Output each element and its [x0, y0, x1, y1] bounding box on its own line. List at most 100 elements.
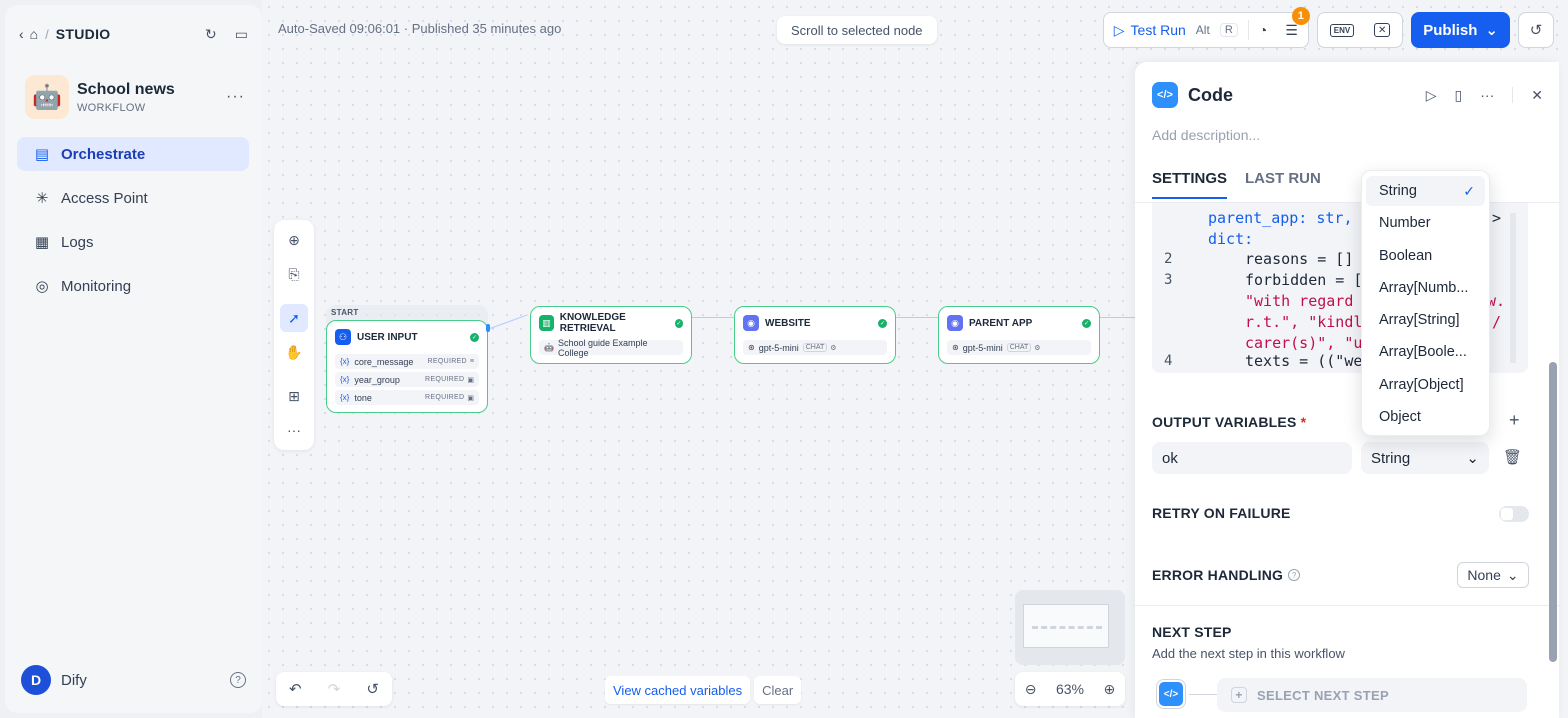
cached-variables-bar: View cached variables Clear	[605, 676, 802, 704]
hand-tool-icon[interactable]: ✋	[280, 338, 308, 366]
close-icon[interactable]: ✕	[1531, 87, 1543, 104]
line-number: 2	[1164, 251, 1173, 267]
sidebar-item-orchestrate[interactable]: ▤ Orchestrate	[17, 137, 249, 171]
clear-button[interactable]: Clear	[754, 676, 802, 704]
view-cached-variables-button[interactable]: View cached variables	[605, 676, 751, 704]
panel-header: </> Code ▷ ▯ ··· ✕	[1152, 82, 1543, 108]
openai-icon: ⊛	[952, 343, 959, 352]
monitoring-icon: ◎	[35, 278, 49, 295]
sidebar-item-logs[interactable]: ▦ Logs	[17, 225, 249, 259]
delete-variable-icon[interactable]: 🗑	[1503, 448, 1522, 466]
collapse-sidebar-icon[interactable]: ▭	[235, 26, 248, 43]
required-star: *	[1300, 414, 1307, 430]
parent-app-llm-node[interactable]: ◉ PARENT APP ✓ ⊛ gpt-5-mini CHAT ⚙	[938, 306, 1100, 364]
zoom-in-icon[interactable]: ⊕	[1104, 681, 1116, 698]
sidebar-item-monitoring[interactable]: ◎ Monitoring	[17, 269, 249, 303]
test-run-button[interactable]: ▷ Test Run Alt R	[1114, 22, 1238, 39]
retry-toggle[interactable]	[1499, 506, 1529, 522]
dropdown-option-array-number[interactable]: Array[Numb...	[1366, 273, 1485, 303]
run-group: ▷ Test Run Alt R ◔ ☰ 1	[1102, 6, 1310, 48]
minimap[interactable]	[1015, 590, 1125, 665]
select-next-step-button[interactable]: + SELECT NEXT STEP	[1217, 678, 1527, 712]
model-row: ⊛ gpt-5-mini CHAT ⚙	[947, 340, 1091, 355]
dropdown-option-object[interactable]: Object	[1366, 402, 1485, 432]
env-icon[interactable]: ENV	[1329, 23, 1355, 37]
dropdown-option-array-boolean[interactable]: Array[Boole...	[1366, 337, 1485, 367]
sidebar-item-access-point[interactable]: ✳ Access Point	[17, 181, 249, 215]
paragraph-icon: ≡	[469, 358, 474, 365]
output-variable-type-select[interactable]: String ⌄	[1361, 442, 1489, 474]
env-group: ENV ✕	[1316, 12, 1404, 48]
dropdown-option-number[interactable]: Number	[1366, 208, 1485, 238]
help-icon[interactable]: ?	[230, 672, 246, 688]
user-input-node[interactable]: ⚇ USER INPUT ✓ {x} core_message REQUIRED…	[326, 320, 488, 413]
start-label: START	[331, 308, 359, 317]
select-next-step-label: SELECT NEXT STEP	[1257, 687, 1389, 703]
help-book-icon[interactable]: ▯	[1455, 87, 1463, 104]
panel-scrollbar[interactable]	[1549, 362, 1557, 662]
dropdown-option-array-object[interactable]: Array[Object]	[1366, 370, 1485, 400]
plus-icon: +	[1231, 687, 1247, 703]
app-card[interactable]: 🤖 School news WORKFLOW ···	[25, 73, 245, 121]
tab-settings[interactable]: SETTINGS	[1152, 170, 1228, 199]
success-check-icon: ✓	[878, 318, 887, 328]
more-tools-icon[interactable]: ···	[280, 416, 308, 444]
output-variable-name-input[interactable]: ok	[1152, 442, 1352, 474]
option-label: Array[Object]	[1379, 376, 1464, 393]
node-title: WEBSITE	[765, 317, 811, 329]
zoom-level[interactable]: 63%	[1056, 681, 1084, 697]
settings-icon: ⚙	[830, 344, 837, 352]
code-icon: </>	[1152, 82, 1178, 108]
option-label: Array[Numb...	[1379, 279, 1469, 296]
breadcrumb-studio[interactable]: STUDIO	[56, 26, 111, 42]
run-node-icon[interactable]: ▷	[1426, 87, 1437, 104]
help-icon[interactable]: ?	[1288, 569, 1301, 581]
website-llm-node[interactable]: ◉ WEBSITE ✓ ⊛ gpt-5-mini CHAT ⚙	[734, 306, 896, 364]
code-line: /	[1492, 313, 1502, 331]
zoom-out-icon[interactable]: ⊖	[1025, 681, 1037, 698]
panel-tabs: SETTINGS LAST RUN	[1152, 170, 1321, 199]
retry-on-failure-label: RETRY ON FAILURE	[1152, 505, 1291, 521]
organize-blocks-icon[interactable]: ⊞	[280, 382, 308, 410]
llm-icon: ◉	[743, 315, 759, 331]
add-note-icon[interactable]: ⎘	[280, 260, 308, 288]
tab-last-run[interactable]: LAST RUN	[1245, 170, 1321, 199]
panel-title[interactable]: Code	[1188, 85, 1233, 106]
code-icon: </>	[1157, 680, 1185, 708]
scroll-to-selected-button[interactable]: Scroll to selected node	[777, 16, 937, 44]
avatar[interactable]: D	[21, 665, 51, 695]
orchestrate-icon: ▤	[34, 146, 50, 163]
back-chevron-icon[interactable]: ‹	[19, 26, 24, 42]
user-input-icon: ⚇	[335, 329, 351, 345]
home-icon[interactable]: ⌂	[30, 26, 38, 42]
user-row[interactable]: D Dify ?	[21, 665, 246, 695]
editor-scrollbar[interactable]	[1510, 213, 1516, 363]
history-icon[interactable]: ↺	[366, 680, 379, 698]
required-tag: REQUIRED	[427, 358, 467, 365]
shortcut-alt: Alt	[1195, 23, 1210, 37]
add-node-icon[interactable]: ⊕	[280, 226, 308, 254]
knowledge-icon: ▥	[539, 315, 554, 331]
undo-icon[interactable]: ↶	[289, 680, 302, 698]
dropdown-option-array-string[interactable]: Array[String]	[1366, 305, 1485, 335]
checklist-icon[interactable]: ☰ 1	[1285, 6, 1310, 39]
more-icon[interactable]: ···	[1480, 87, 1494, 103]
run-history-icon[interactable]: ◔	[1259, 22, 1267, 38]
version-history-button[interactable]: ↺	[1518, 12, 1554, 48]
openai-icon: ⊛	[748, 343, 755, 352]
publish-button[interactable]: Publish ⌄	[1411, 12, 1510, 48]
app-more-icon[interactable]: ···	[226, 88, 245, 106]
dropdown-option-string[interactable]: String ✓	[1366, 176, 1485, 206]
refresh-icon[interactable]: ↻	[205, 26, 217, 43]
required-tag: REQUIRED	[425, 394, 465, 401]
knowledge-retrieval-node[interactable]: ▥ KNOWLEDGE RETRIEVAL ✓ 🤖 School guide E…	[530, 306, 692, 364]
error-handling-select[interactable]: None ⌄	[1457, 562, 1529, 588]
conversation-variable-icon[interactable]: ✕	[1374, 23, 1391, 37]
dropdown-option-boolean[interactable]: Boolean	[1366, 241, 1485, 271]
divider	[1512, 87, 1514, 103]
autosave-status: Auto-Saved 09:06:01 · Published 35 minut…	[278, 21, 562, 36]
pointer-tool-icon[interactable]: ➚	[280, 304, 308, 332]
add-output-variable-icon[interactable]: +	[1509, 410, 1520, 431]
redo-icon[interactable]: ↷	[328, 680, 341, 698]
description-input[interactable]: Add description...	[1152, 127, 1260, 143]
